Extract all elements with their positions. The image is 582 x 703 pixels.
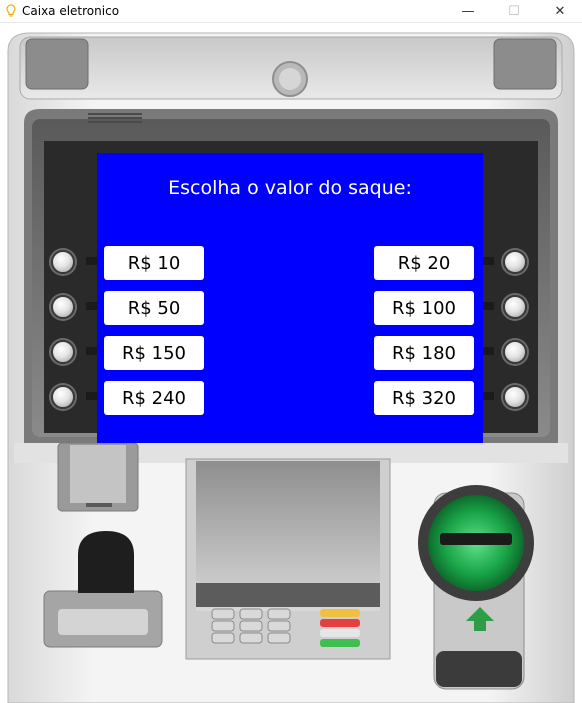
screen-title: Escolha o valor do saque: (168, 177, 412, 199)
amount-button-240[interactable]: R$ 240 (104, 381, 204, 415)
amount-button-20[interactable]: R$ 20 (374, 246, 474, 280)
minimize-icon: — (461, 4, 475, 19)
side-key-left-1[interactable] (51, 250, 75, 274)
minimize-button[interactable]: — (445, 0, 491, 23)
window-title: Caixa eletronico (22, 4, 120, 18)
amount-button-50[interactable]: R$ 50 (104, 291, 204, 325)
side-key-left-2[interactable] (51, 295, 75, 319)
amount-button-180[interactable]: R$ 180 (374, 336, 474, 370)
side-key-left-3[interactable] (51, 340, 75, 364)
atm-machine: Escolha o valor do saque: R$ 10 R$ 50 R$… (0, 23, 582, 703)
lightbulb-icon (6, 4, 16, 17)
atm-screen: Escolha o valor do saque: R$ 10 R$ 50 R$… (97, 153, 483, 443)
amount-button-320[interactable]: R$ 320 (374, 381, 474, 415)
side-key-right-4[interactable] (503, 385, 527, 409)
side-key-right-3[interactable] (503, 340, 527, 364)
side-key-right-1[interactable] (503, 250, 527, 274)
close-button[interactable]: ✕ (537, 0, 582, 23)
amount-button-10[interactable]: R$ 10 (104, 246, 204, 280)
maximize-button[interactable]: ☐ (491, 0, 537, 23)
window-titlebar: Caixa eletronico — ☐ ✕ (0, 0, 582, 23)
amount-button-100[interactable]: R$ 100 (374, 291, 474, 325)
side-key-left-4[interactable] (51, 385, 75, 409)
amount-button-150[interactable]: R$ 150 (104, 336, 204, 370)
close-icon: ✕ (554, 4, 566, 19)
side-key-right-2[interactable] (503, 295, 527, 319)
maximize-icon: ☐ (508, 4, 520, 19)
